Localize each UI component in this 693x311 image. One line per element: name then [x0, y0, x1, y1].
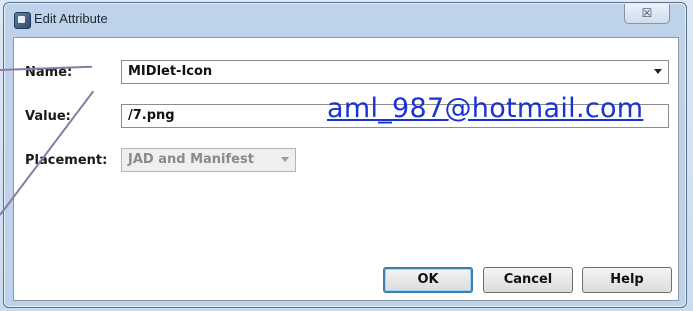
dialog-title: Edit Attribute: [34, 11, 108, 26]
help-button[interactable]: Help: [582, 267, 672, 293]
dropdown-arrow-icon[interactable]: [654, 69, 662, 74]
dropdown-arrow-icon: [281, 157, 289, 162]
close-button[interactable]: ☒: [624, 4, 670, 24]
name-value: MIDlet-Icon: [128, 64, 213, 79]
app-icon: [14, 12, 31, 29]
name-combobox[interactable]: MIDlet-Icon: [121, 60, 669, 84]
ok-button[interactable]: OK: [383, 267, 473, 293]
close-icon: ☒: [641, 6, 653, 20]
value-label: Value:: [25, 109, 71, 124]
email-link[interactable]: aml_987@hotmail.com: [327, 93, 643, 124]
placement-combobox[interactable]: JAD and Manifest: [121, 148, 296, 172]
edit-attribute-dialog: Edit Attribute ☒ Name: MIDlet-Icon Value…: [3, 2, 687, 308]
title-bar[interactable]: Edit Attribute ☒: [4, 3, 686, 33]
placement-value: JAD and Manifest: [128, 152, 254, 167]
cancel-button[interactable]: Cancel: [483, 267, 573, 293]
dialog-body: Name: MIDlet-Icon Value: /7.png Placemen…: [13, 37, 679, 301]
value-text: /7.png: [128, 108, 175, 123]
